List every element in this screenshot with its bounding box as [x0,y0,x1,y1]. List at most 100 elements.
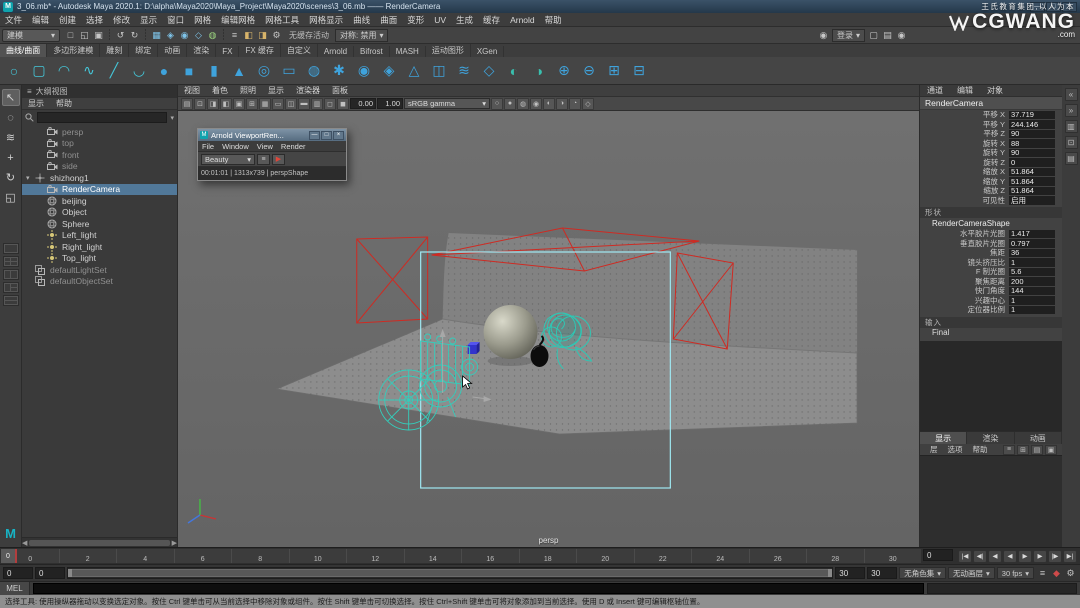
outliner-item[interactable]: RenderCamera [22,183,177,195]
snap-to-point-icon[interactable]: ◉ [178,29,191,42]
layer-menu-item[interactable]: 层 [925,444,943,455]
channel-value-field[interactable]: 90 [1009,129,1055,138]
playback-options-icon[interactable]: ≡ [1036,567,1049,580]
channel-value-field[interactable]: 5.6 [1009,267,1055,276]
layer-editor-tab[interactable]: 显示 [920,432,968,444]
channel-value-field[interactable]: 36 [1009,248,1055,257]
boolean-union-icon[interactable]: ⊕ [552,59,576,83]
arnold-menu-item[interactable]: View [253,142,277,151]
open-scene-icon[interactable]: ◱ [78,29,91,42]
channel-value-field[interactable]: 启用 [1009,196,1055,205]
arnold-menu-item[interactable]: Window [218,142,253,151]
snap-to-plane-icon[interactable]: ◇ [192,29,205,42]
motion-blur-icon[interactable]: ◔ [569,97,581,110]
shelf-tab[interactable]: Arnold [318,46,355,57]
film-gate-icon[interactable]: ▭ [272,97,284,110]
arnold-window-titlebar[interactable]: M Arnold ViewportRen... — □ × [198,129,346,141]
scale-tool-icon[interactable]: ◱ [2,189,20,206]
shelf-tab[interactable]: 多边形建模 [47,44,101,57]
menubar-item[interactable]: 曲面 [375,14,402,26]
layer-editor-tab[interactable]: 渲染 [967,432,1015,444]
outliner-item[interactable]: side [22,161,177,173]
highlight-selection-icon[interactable]: ▢ [867,29,880,42]
go-to-start-button[interactable]: |◀ [958,549,972,563]
selected-object-name[interactable]: RenderCamera [920,97,1062,110]
step-forward-frame-button[interactable]: ▶ [1033,549,1047,563]
layer-list[interactable] [920,455,1062,547]
make-live-icon[interactable]: ◍ [206,29,219,42]
xray-icon[interactable]: ◇ [582,97,594,110]
input-node-item[interactable]: Final [920,328,1062,338]
viewport-menu-item[interactable]: 渲染器 [290,85,326,96]
poly-soccer-icon[interactable]: ◉ [352,59,376,83]
save-scene-icon[interactable]: ▣ [92,29,105,42]
axis-gizmo[interactable] [187,499,217,524]
viewport-menu-item[interactable]: 视图 [178,85,206,96]
input-line-icon[interactable]: ▤ [881,29,894,42]
area-light-left[interactable] [356,236,429,324]
channel-box-menu-item[interactable]: 对象 [980,85,1010,96]
outliner-menu-item[interactable]: 帮助 [50,98,78,109]
outliner-item[interactable]: top [22,138,177,150]
shelf-tab[interactable]: Bifrost [354,46,390,57]
nurbs-circle-icon[interactable]: ○ [2,59,26,83]
panel-menu-icon[interactable]: ≡ [27,87,32,96]
menubar-item[interactable]: UV [429,15,451,25]
layout-two-pane-side-button[interactable] [2,269,19,280]
bookmark-icon[interactable]: ◧ [220,97,232,110]
shelf-tab[interactable]: MASH [390,46,426,57]
outliner-item[interactable]: persp [22,126,177,138]
channel-value-field[interactable]: 1 [1009,258,1055,267]
current-frame-marker[interactable]: 0 [1,549,17,563]
character-set-select[interactable]: 无角色集 ▾ [899,567,947,579]
arnold-menu-item[interactable]: Render [277,142,310,151]
channel-value-field[interactable]: 51.864 [1009,186,1055,195]
channel-value-field[interactable]: 1.417 [1009,229,1055,238]
outliner-item[interactable]: beijing [22,195,177,207]
outliner-item[interactable]: defaultLightSet [22,264,177,276]
poly-torus-icon[interactable]: ◎ [252,59,276,83]
step-forward-key-button[interactable]: |▶ [1048,549,1062,563]
shelf-tab[interactable]: 雕刻 [100,44,130,57]
arc-tool-icon[interactable]: ◡ [127,59,151,83]
fps-select[interactable]: 30 fps ▾ [996,567,1034,579]
expand-panel-icon[interactable]: » [1064,104,1078,117]
current-time-field[interactable]: 0 [923,549,953,561]
textured-icon[interactable]: ◍ [517,97,529,110]
maximize-button[interactable]: □ [1046,1,1061,12]
play-forwards-button[interactable]: ▶ [1018,549,1032,563]
symmetry-select[interactable]: 对称: 禁用 ▾ [335,28,389,42]
poly-cone-icon[interactable]: ▲ [227,59,251,83]
poly-pyramid-icon[interactable]: △ [402,59,426,83]
pencil-curve-icon[interactable]: ╱ [102,59,126,83]
layout-single-pane-button[interactable] [2,243,19,254]
channel-value-field[interactable]: 51.864 [1009,167,1055,176]
shelf-tab[interactable]: 渲染 [187,44,217,57]
poly-cube-icon[interactable]: ■ [177,59,201,83]
shaded-icon[interactable]: ● [504,97,516,110]
viewport-menu-item[interactable]: 着色 [206,85,234,96]
menubar-item[interactable]: 网格工具 [260,14,304,26]
new-scene-icon[interactable]: □ [64,29,77,42]
expand-arrow-icon[interactable]: ▾ [26,174,35,182]
shelf-tab[interactable]: 自定义 [281,44,318,57]
shelf-tab[interactable]: FX 缓存 [239,44,281,57]
minimize-button[interactable]: — [1030,1,1045,12]
step-back-frame-button[interactable]: ◀ [988,549,1002,563]
outliner-item[interactable]: ▾ shizhong1 [22,172,177,184]
command-input[interactable] [33,583,924,594]
poly-gear-icon[interactable]: ✱ [327,59,351,83]
snap-to-curve-icon[interactable]: ◈ [164,29,177,42]
arnold-close-button[interactable]: × [333,130,344,140]
lasso-tool-icon[interactable]: ◌ [2,109,20,126]
new-layer-icon[interactable]: ▤ [1031,444,1043,455]
menubar-item[interactable]: 编辑网格 [216,14,260,26]
menubar-item[interactable]: Arnold [505,15,540,25]
range-handle-end[interactable] [828,569,833,577]
new-layer-from-selected-icon[interactable]: ▣ [1045,444,1057,455]
filter-icon[interactable]: ▾ [170,114,174,122]
separator-grip[interactable]: ┊ [106,29,113,42]
shelf-tab[interactable]: 绑定 [129,44,159,57]
menubar-item[interactable]: 曲线 [348,14,375,26]
auto-keyframe-icon[interactable]: ◆ [1050,567,1063,580]
